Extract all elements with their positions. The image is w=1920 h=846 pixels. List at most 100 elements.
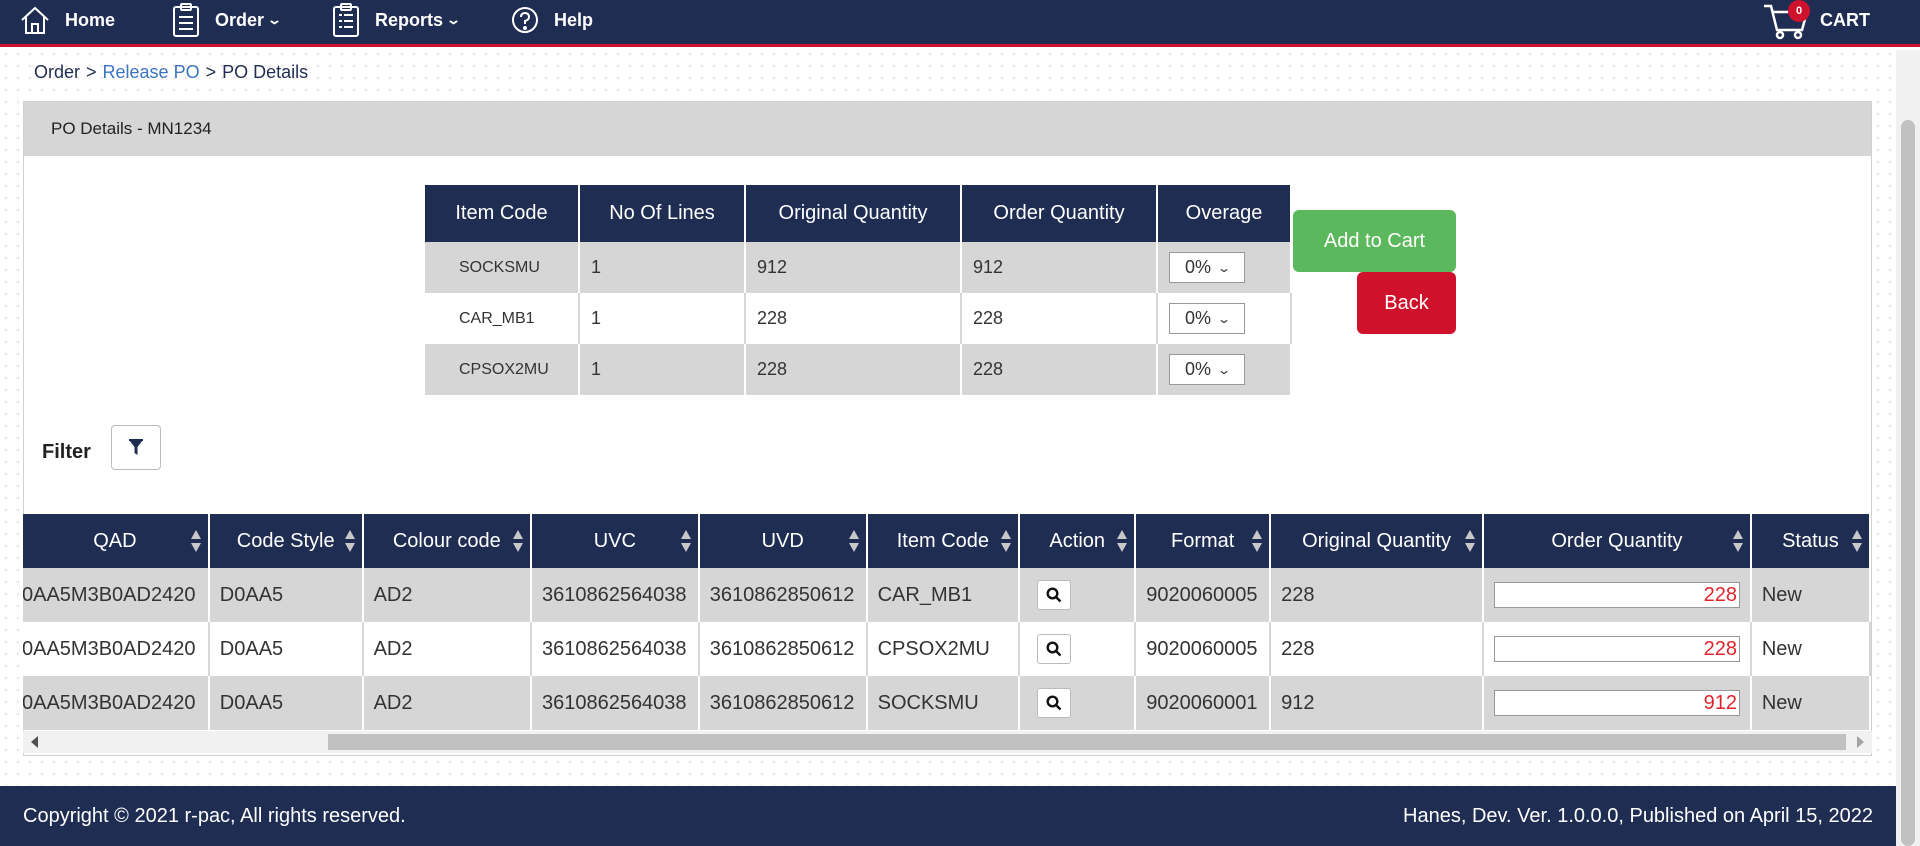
- sort-icon: [1852, 530, 1862, 552]
- cell-uvd: 3610862850612: [698, 568, 868, 622]
- order-quantity-input[interactable]: [1494, 690, 1741, 716]
- top-nav: Home Order ⌄ Reports ⌄ Help 0 CART: [0, 0, 1920, 47]
- summary-item-code: SOCKSMU: [425, 242, 580, 293]
- grid-header-uvc[interactable]: UVC: [530, 514, 700, 568]
- search-icon: [1046, 587, 1062, 603]
- cell-order-quantity: [1483, 676, 1752, 730]
- summary-table: Item Code No Of Lines Original Quantity …: [425, 185, 1292, 395]
- sort-icon: [848, 530, 859, 552]
- order-quantity-input[interactable]: [1494, 636, 1741, 662]
- view-details-button[interactable]: [1037, 688, 1072, 718]
- scroll-right-arrow-icon[interactable]: [1857, 736, 1864, 748]
- filter-label: Filter: [42, 441, 91, 463]
- nav-cart[interactable]: 0 CART: [1762, 0, 1870, 40]
- summary-order-qty: 912: [961, 242, 1158, 293]
- summary-original-qty: 228: [745, 293, 962, 344]
- grid-header-code-style[interactable]: Code Style: [208, 514, 364, 568]
- cell-qad: 0AA5M3B0AD2420: [23, 676, 210, 730]
- back-button[interactable]: Back: [1357, 272, 1456, 334]
- cell-item-code: CPSOX2MU: [866, 622, 1021, 676]
- chevron-down-icon: ⌄: [266, 12, 283, 27]
- summary-header: Order Quantity: [961, 185, 1158, 242]
- nav-reports[interactable]: Reports ⌄: [331, 0, 462, 40]
- table-row: 0AA5M3B0AD2420 D0AA5 AD2 3610862564038 3…: [23, 676, 1872, 730]
- cell-code-style: D0AA5: [208, 622, 364, 676]
- grid-header-qad[interactable]: QAD: [23, 514, 210, 568]
- summary-lines: 1: [579, 242, 746, 293]
- cell-colour-code: AD2: [362, 568, 532, 622]
- horizontal-scrollbar-thumb[interactable]: [328, 734, 1846, 750]
- grid-header-colour-code[interactable]: Colour code: [362, 514, 532, 568]
- cell-format: 9020060005: [1135, 568, 1272, 622]
- horizontal-scrollbar[interactable]: [23, 731, 1872, 753]
- summary-header: No Of Lines: [579, 185, 746, 242]
- vertical-scrollbar-thumb[interactable]: [1901, 120, 1915, 846]
- view-details-button[interactable]: [1037, 580, 1072, 610]
- grid-header-order-quantity[interactable]: Order Quantity: [1483, 514, 1752, 568]
- view-details-button[interactable]: [1037, 634, 1072, 664]
- chevron-down-icon: ⌄: [1217, 362, 1232, 377]
- filter-button[interactable]: [111, 425, 161, 470]
- overage-select[interactable]: 0% ⌄: [1169, 252, 1245, 283]
- grid-header-status[interactable]: Status: [1750, 514, 1872, 568]
- summary-item-code: CAR_MB1: [425, 293, 580, 344]
- add-to-cart-button[interactable]: Add to Cart: [1293, 210, 1456, 272]
- breadcrumb-release-po[interactable]: Release PO: [103, 62, 200, 83]
- breadcrumb-po-details: PO Details: [222, 62, 309, 82]
- cell-item-code: CAR_MB1: [866, 568, 1021, 622]
- cell-action: [1019, 676, 1137, 730]
- nav-home[interactable]: Home: [19, 0, 115, 40]
- scroll-left-arrow-icon[interactable]: [31, 736, 38, 748]
- table-row: 0AA5M3B0AD2420 D0AA5 AD2 3610862564038 3…: [23, 622, 1872, 676]
- summary-item-code: CPSOX2MU: [425, 344, 580, 395]
- summary-header: Overage: [1157, 185, 1292, 242]
- cell-qad: 0AA5M3B0AD2420: [23, 568, 210, 622]
- grid-header-action[interactable]: Action: [1019, 514, 1137, 568]
- cell-uvc: 3610862564038: [530, 676, 700, 730]
- po-lines-grid: QAD Code Style Colour code UVC UVD Item …: [23, 514, 1872, 756]
- summary-row: SOCKSMU 1 912 912 0% ⌄: [425, 242, 1292, 293]
- breadcrumb-separator: >: [86, 62, 97, 82]
- grid-header-format[interactable]: Format: [1135, 514, 1272, 568]
- sort-icon: [344, 530, 355, 552]
- table-row: 0AA5M3B0AD2420 D0AA5 AD2 3610862564038 3…: [23, 568, 1872, 622]
- sort-icon: [1001, 530, 1012, 552]
- overage-select[interactable]: 0% ⌄: [1169, 354, 1245, 385]
- breadcrumb-order[interactable]: Order: [34, 62, 80, 83]
- cell-status: New: [1750, 568, 1872, 622]
- cell-original-quantity: 228: [1270, 622, 1485, 676]
- cell-uvd: 3610862850612: [698, 622, 868, 676]
- summary-row: CPSOX2MU 1 228 228 0% ⌄: [425, 344, 1292, 395]
- summary-overage-cell: 0% ⌄: [1157, 344, 1292, 395]
- nav-help[interactable]: Help: [510, 0, 593, 40]
- search-icon: [1046, 641, 1062, 657]
- search-icon: [1046, 695, 1062, 711]
- cart-icon: 0: [1762, 0, 1812, 40]
- chevron-down-icon: ⌄: [445, 12, 462, 27]
- cell-original-quantity: 912: [1270, 676, 1485, 730]
- po-lines-table: QAD Code Style Colour code UVC UVD Item …: [23, 514, 1872, 730]
- nav-order-label: Order: [215, 9, 265, 30]
- nav-order[interactable]: Order ⌄: [171, 0, 283, 40]
- grid-header-uvd[interactable]: UVD: [698, 514, 868, 568]
- sort-icon: [1117, 530, 1128, 552]
- summary-order-qty: 228: [961, 293, 1158, 344]
- chevron-down-icon: ⌄: [1217, 260, 1232, 275]
- vertical-scrollbar[interactable]: [1896, 50, 1920, 846]
- overage-select[interactable]: 0% ⌄: [1169, 303, 1245, 334]
- home-icon: [21, 6, 49, 34]
- grid-header-item-code[interactable]: Item Code: [866, 514, 1021, 568]
- summary-overage-cell: 0% ⌄: [1157, 293, 1292, 344]
- summary-header: Original Quantity: [745, 185, 962, 242]
- footer: Copyright © 2021 r-pac, All rights reser…: [0, 786, 1896, 846]
- cart-label: CART: [1820, 9, 1870, 30]
- cart-count-badge: 0: [1788, 0, 1810, 22]
- cell-uvd: 3610862850612: [698, 676, 868, 730]
- sort-icon: [1252, 530, 1263, 552]
- cell-code-style: D0AA5: [208, 676, 364, 730]
- cell-action: [1019, 568, 1137, 622]
- grid-header-original-quantity[interactable]: Original Quantity: [1270, 514, 1485, 568]
- summary-lines: 1: [579, 293, 746, 344]
- cell-colour-code: AD2: [362, 622, 532, 676]
- order-quantity-input[interactable]: [1494, 582, 1741, 608]
